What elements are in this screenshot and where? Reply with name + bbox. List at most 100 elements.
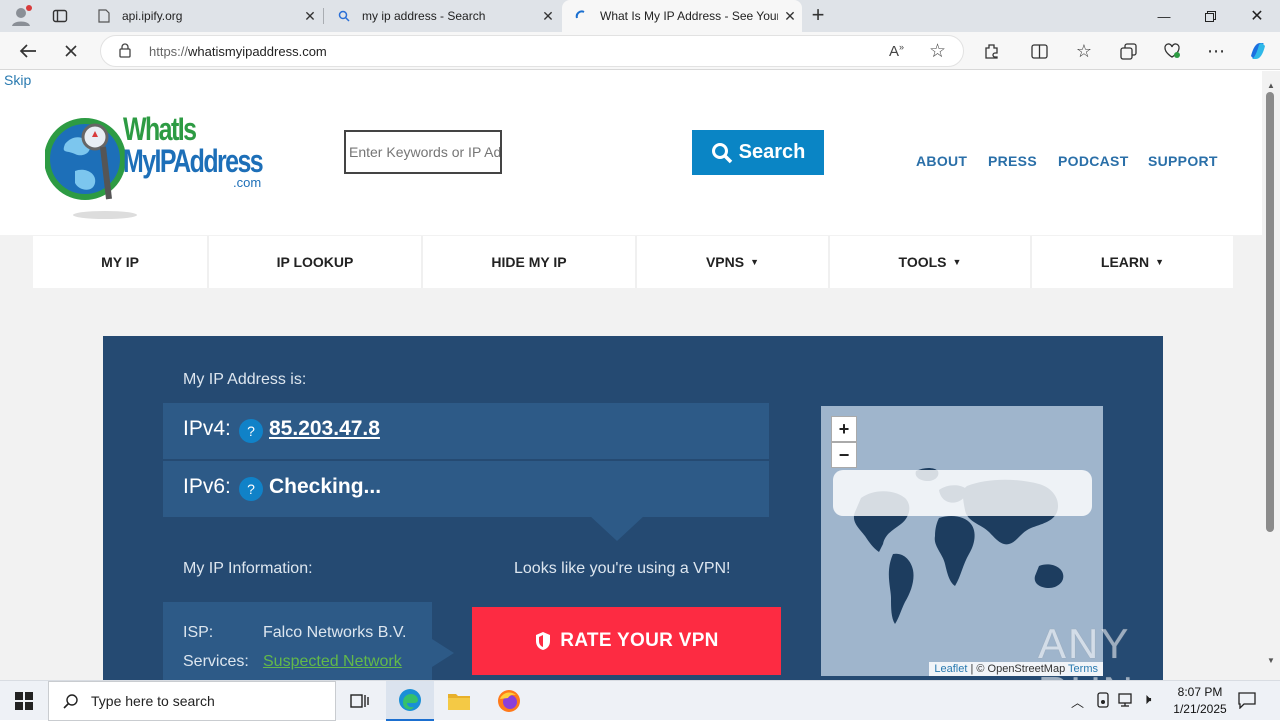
browser-toolbar: https://whatismyipaddress.com A» ☆ ☆ ⋯ [0,32,1280,70]
nav-hide-my-ip[interactable]: HIDE MY IP [423,236,637,288]
nav-my-ip[interactable]: MY IP [33,236,209,288]
ip-heading: My IP Address is: [183,371,307,388]
close-icon[interactable]: ✕ [536,8,560,25]
clock-time: 8:07 PM [1177,685,1223,699]
leaflet-link[interactable]: Leaflet [934,663,967,675]
file-explorer-icon[interactable] [435,681,483,721]
ipv4-label: IPv4: [183,417,231,440]
pointer-arrow [589,515,645,541]
help-icon[interactable]: ? [239,419,263,443]
search-icon [336,8,352,24]
info-heading: My IP Information: [183,560,313,577]
site-header: Skip WhatIs MyIPAddress .com Search [0,71,1262,235]
show-hidden-icons[interactable]: ︿ [1071,692,1084,711]
site-logo[interactable]: WhatIs MyIPAddress .com [44,89,265,229]
search-icon [63,694,78,709]
rate-button-label: RATE YOUR VPN [560,630,719,651]
document-icon [96,8,112,24]
press-link[interactable]: PRESS [988,153,1037,169]
ipv6-value: Checking... [269,475,382,498]
taskbar-search-box[interactable]: Type here to search [48,681,336,721]
edge-taskbar-icon[interactable] [386,681,434,721]
search-button-label: Search [738,141,806,163]
scrollbar-thumb[interactable] [1266,92,1274,532]
close-icon[interactable]: ✕ [298,8,322,25]
isp-label: ISP: [183,624,214,641]
address-bar[interactable]: https://whatismyipaddress.com A» ☆ [100,35,964,67]
url-text: https://whatismyipaddress.com [149,44,327,59]
search-button[interactable]: Search [692,130,824,175]
taskbar-search-text: Type here to search [91,693,215,709]
logo-text: WhatIs MyIPAddress .com [123,111,264,190]
tab-label: api.ipify.org [122,9,183,23]
shield-icon [536,632,551,650]
favorites-icon[interactable]: ☆ [1069,36,1099,66]
map-popup [833,470,1092,516]
nav-ip-lookup[interactable]: IP LOOKUP [209,236,423,288]
page-viewport: Skip WhatIs MyIPAddress .com Search [0,71,1262,680]
about-link[interactable]: ABOUT [916,153,967,169]
tab-label: What Is My IP Address - See Your [600,9,778,23]
dropdown-caret-icon: ▼ [952,257,962,267]
browser-essentials-icon[interactable] [1157,36,1187,66]
system-clock[interactable]: 8:07 PM 1/21/2025 [1160,684,1240,718]
ipv6-label: IPv6: [183,475,231,498]
isp-value: Falco Networks B.V. [263,624,407,641]
extensions-icon[interactable] [976,36,1006,66]
search-input[interactable] [344,130,502,174]
skip-link[interactable]: Skip [4,72,31,88]
ip-info-box: ISP: Falco Networks B.V. Services: Suspe… [163,602,432,680]
favorite-star-icon[interactable]: ☆ [929,40,946,63]
ip-info-panel: My IP Address is: IPv4: ? 85.203.47.8 IP… [103,336,1163,680]
minimize-button[interactable]: — [1141,0,1187,32]
support-link[interactable]: SUPPORT [1148,153,1218,169]
tab-whatismyip[interactable]: What Is My IP Address - See Your ✕ [562,0,802,32]
search-icon [711,142,732,163]
tab-label: my ip address - Search [362,9,486,23]
lock-icon[interactable] [119,43,131,63]
start-button[interactable] [0,681,48,721]
notifications-icon[interactable] [1238,691,1256,714]
vpn-notice: Looks like you're using a VPN! [514,560,731,577]
main-nav: MY IP IP LOOKUP HIDE MY IP VPNS ▼ TOOLS ▼ … [33,236,1233,288]
loading-icon [574,8,590,24]
copilot-icon[interactable] [1243,36,1273,66]
help-icon[interactable]: ? [239,477,263,501]
services-link[interactable]: Suspected Network [263,653,402,671]
dropdown-caret-icon: ▼ [1155,257,1165,267]
tab-actions-icon[interactable] [52,8,68,24]
restore-button[interactable] [1187,0,1233,32]
tab-search[interactable]: my ip address - Search ✕ [324,0,560,32]
zoom-in-button[interactable]: + [831,416,857,442]
new-tab-button[interactable]: + [806,4,830,28]
task-view-icon[interactable] [336,681,384,721]
tray-device-icon[interactable] [1096,692,1110,713]
services-label: Services: [183,653,249,670]
podcast-link[interactable]: PODCAST [1058,153,1129,169]
nav-tools[interactable]: TOOLS ▼ [830,236,1032,288]
nav-learn[interactable]: LEARN ▼ [1032,236,1233,288]
browser-tab-strip: api.ipify.org ✕ my ip address - Search ✕… [0,0,1280,32]
stop-loading-button[interactable] [56,36,86,66]
firefox-icon[interactable] [485,681,533,721]
anyrun-watermark: ANY RUN [1038,620,1133,680]
zoom-out-button[interactable]: − [831,442,857,468]
more-options-icon[interactable]: ⋯ [1201,36,1231,66]
close-window-button[interactable]: ✕ [1234,0,1280,32]
dropdown-caret-icon: ▼ [750,257,760,267]
network-icon[interactable] [1118,692,1136,713]
split-screen-icon[interactable] [1024,36,1054,66]
read-aloud-icon[interactable]: A» [889,42,904,60]
profile-icon[interactable] [10,5,32,27]
volume-icon[interactable]: 🕨 [1142,691,1151,708]
windows-taskbar: Type here to search ︿ 🕨 8:07 PM 1/21/202… [0,680,1280,721]
ipv6-row: IPv6: ? Checking... [163,461,769,517]
close-icon[interactable]: ✕ [778,8,802,25]
nav-vpns[interactable]: VPNS ▼ [637,236,830,288]
ipv4-value[interactable]: 85.203.47.8 [269,417,380,441]
collections-icon[interactable] [1113,36,1143,66]
tab-api-ipify[interactable]: api.ipify.org ✕ [84,0,322,32]
clock-date: 1/21/2025 [1173,702,1227,716]
rate-your-vpn-button[interactable]: RATE YOUR VPN [472,607,781,675]
back-button[interactable] [13,36,43,66]
